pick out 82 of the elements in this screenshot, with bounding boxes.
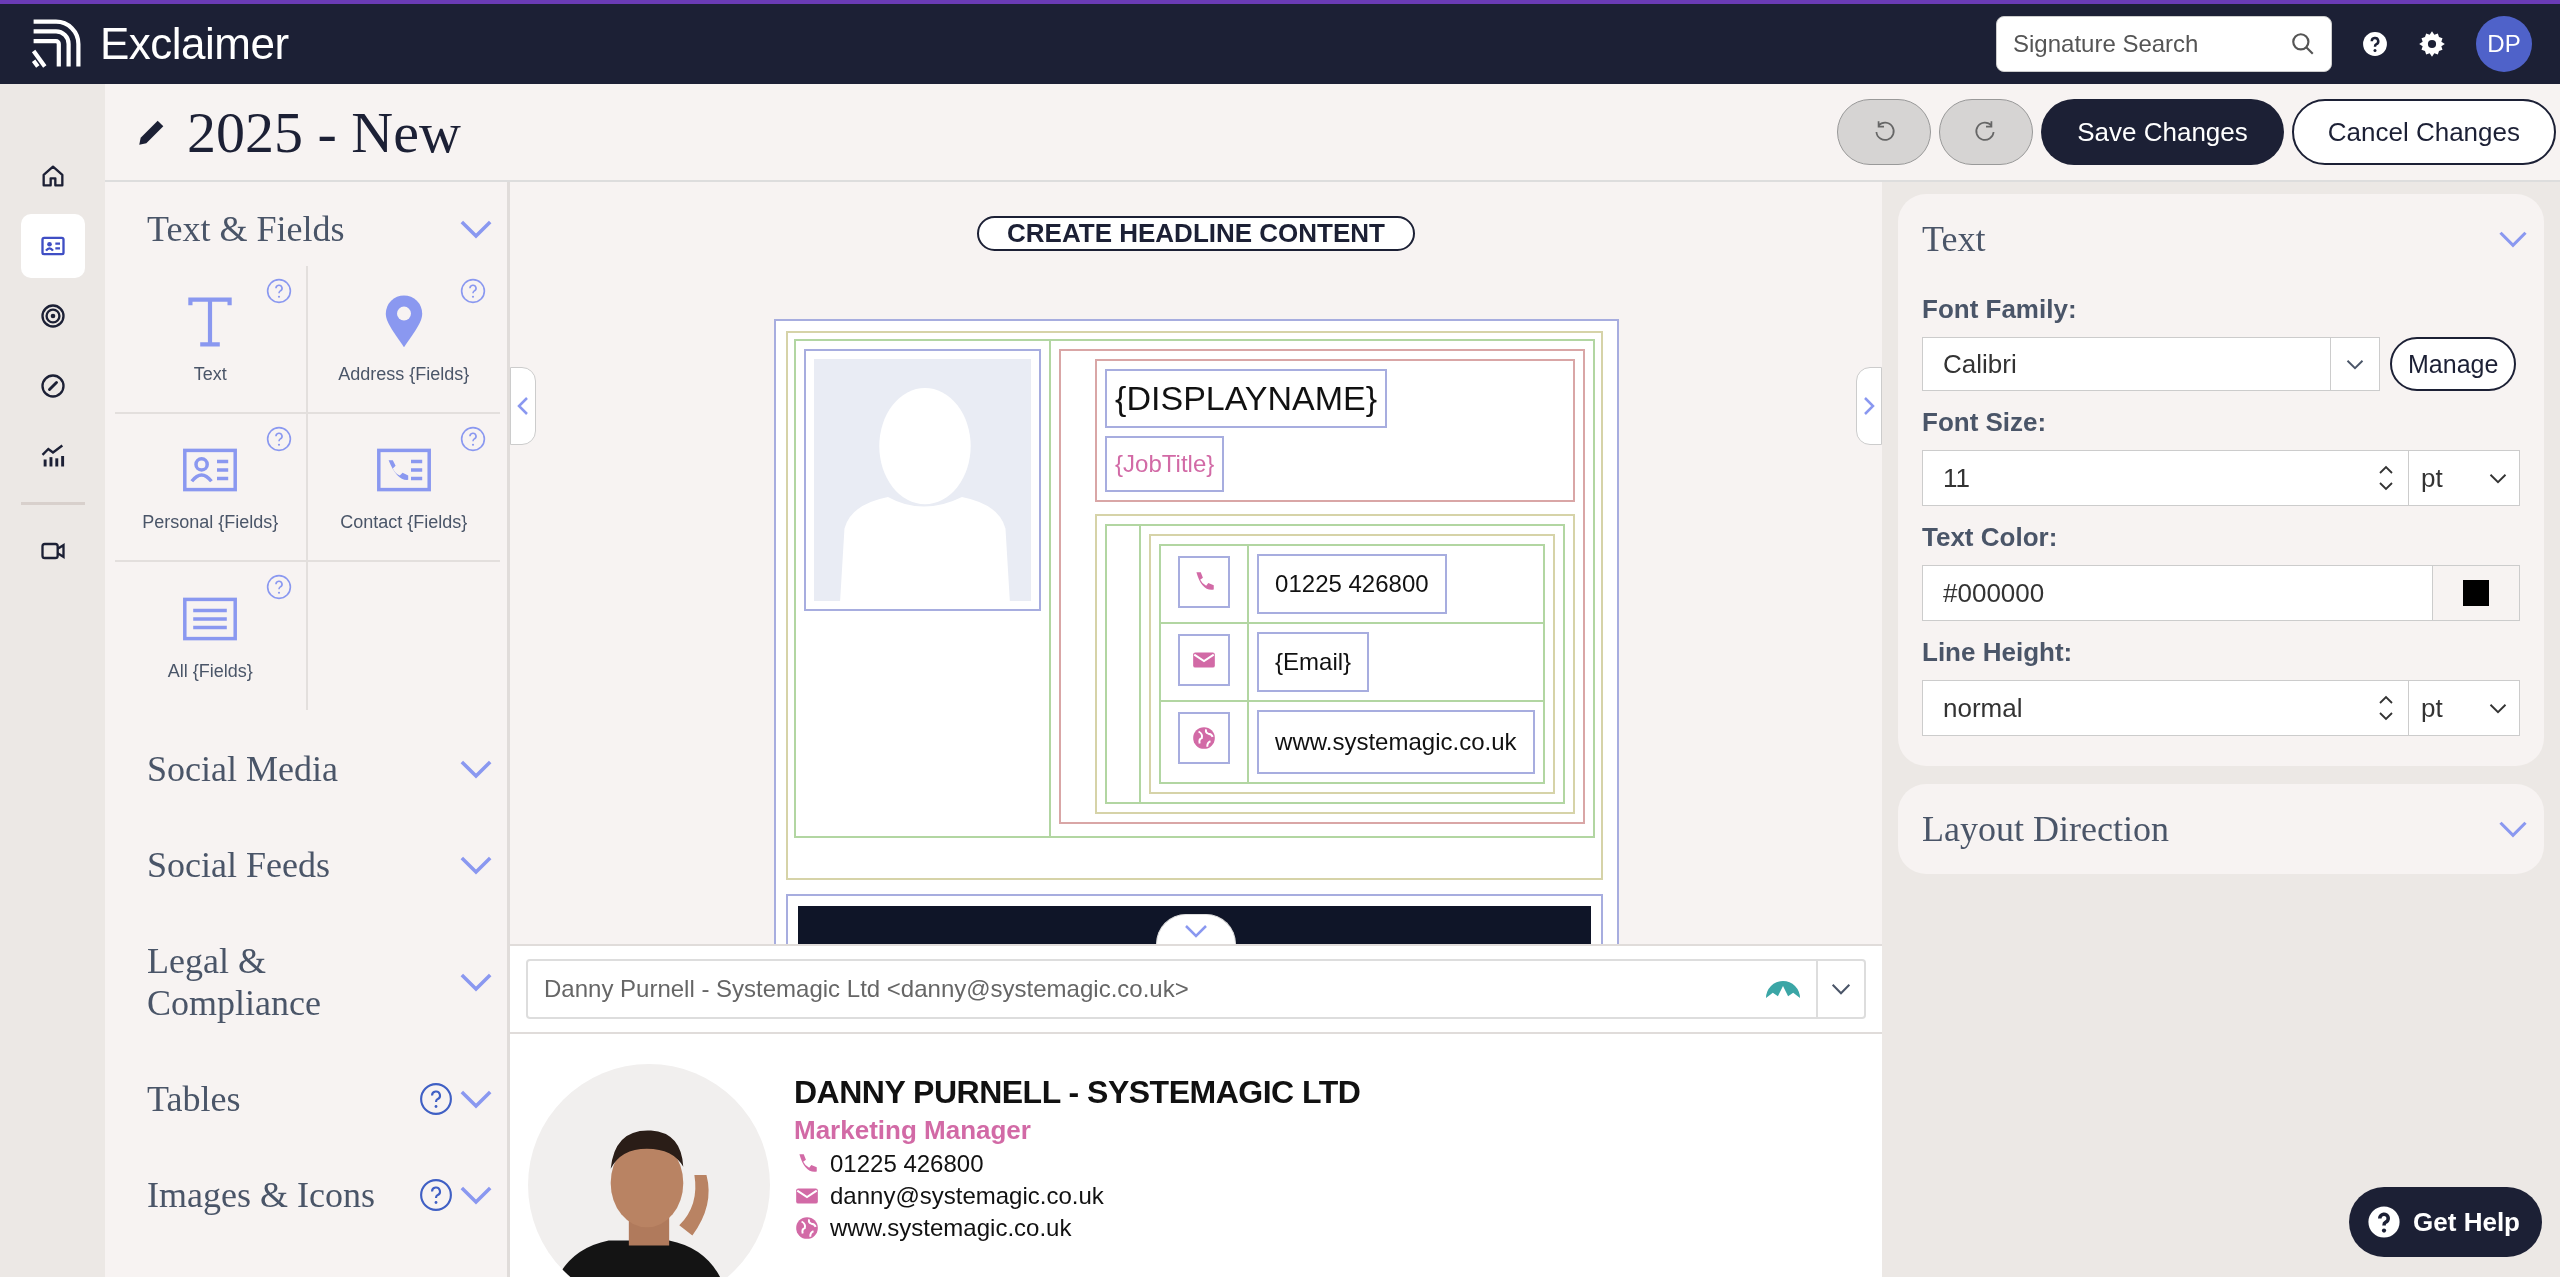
field-tile[interactable]: Personal {Fields} <box>115 414 308 562</box>
stepper-icon <box>2378 464 2394 492</box>
chevron-left-icon <box>517 396 529 416</box>
unit-select[interactable]: pt <box>2409 680 2520 736</box>
chevron-down-icon <box>2346 358 2364 370</box>
unit-select[interactable]: pt <box>2409 450 2520 506</box>
chevron-down-icon <box>2489 702 2507 714</box>
contact-text: www.systemagic.co.uk <box>830 1214 1072 1242</box>
get-help-button[interactable]: Get Help <box>2349 1187 2542 1257</box>
section-header[interactable]: Social Feeds <box>115 828 507 902</box>
settings-icon[interactable] <box>2418 30 2446 58</box>
help-icon <box>419 1082 453 1116</box>
save-button[interactable]: Save Changes <box>2041 99 2284 165</box>
contact-text: danny@systemagic.co.uk <box>830 1182 1104 1210</box>
help-icon[interactable] <box>2362 31 2388 57</box>
chevron-down-icon <box>459 759 493 779</box>
contact-text: 01225 426800 <box>830 1150 984 1178</box>
field-tile[interactable]: All {Fields} <box>115 562 308 710</box>
manage-button[interactable]: Manage <box>2390 337 2517 391</box>
text-color-input[interactable]: #000000 <box>1922 565 2433 621</box>
field-label: Font Family: <box>1922 294 2078 325</box>
sender-dropdown[interactable]: Danny Purnell - Systemagic Ltd <danny@systemagic.co.uk> <box>526 959 1818 1019</box>
stepper-icon <box>2378 694 2394 722</box>
nav-item[interactable] <box>20 214 85 278</box>
field-label: Text Color: <box>1922 522 2059 553</box>
search-field[interactable]: Signature Search <box>1996 16 2332 72</box>
font-size-input[interactable]: 11 <box>1922 450 2409 506</box>
contact-placeholder[interactable]: {Email} <box>1257 632 1370 692</box>
display-name-placeholder[interactable]: {DISPLAYNAME} <box>1105 369 1388 428</box>
icon-placeholder[interactable] <box>1178 556 1231 608</box>
contact-placeholder[interactable]: 01225 426800 <box>1257 554 1447 614</box>
icon-placeholder[interactable] <box>1178 634 1231 686</box>
gauge-icon <box>38 372 67 400</box>
field-label: Font Size: <box>1922 407 2048 438</box>
chevron-down-icon <box>459 972 493 992</box>
field-tile[interactable]: Contact {Fields} <box>307 414 500 562</box>
contact-placeholder[interactable]: www.systemagic.co.uk <box>1257 710 1535 774</box>
help-icon <box>265 426 292 452</box>
signature-role: Marketing Manager <box>794 1115 1032 1146</box>
chevron-right-icon <box>1863 396 1875 416</box>
globe-icon <box>1191 725 1218 751</box>
mountain-icon <box>1766 980 1800 998</box>
help-icon <box>460 278 486 304</box>
section-header[interactable]: Layout Direction <box>1922 790 2528 868</box>
field-label: Line Height: <box>1922 637 2074 668</box>
help-icon <box>265 574 292 600</box>
collapse-right-button[interactable] <box>1856 367 1882 445</box>
search-icon <box>2290 31 2316 57</box>
cancel-button[interactable]: Cancel Changes <box>2291 99 2556 165</box>
font-family-select[interactable]: Calibri <box>1922 337 2380 391</box>
brand-name: Exclaimer <box>100 19 289 69</box>
chevron-down-icon <box>1184 923 1208 938</box>
section-header[interactable]: Images & Icons <box>115 1158 507 1232</box>
color-picker[interactable] <box>2433 565 2520 621</box>
help-icon <box>2367 1205 2402 1239</box>
section-header[interactable]: Legal & Compliance <box>115 924 507 1040</box>
globe-icon <box>794 1215 820 1241</box>
icon-placeholder[interactable] <box>1178 712 1231 764</box>
help-icon <box>265 278 292 304</box>
page-title: 2025 - New <box>187 98 461 166</box>
line-height-input[interactable]: normal <box>1922 680 2409 736</box>
chevron-down-icon <box>459 1089 493 1109</box>
section-header[interactable]: Tables <box>115 1062 507 1136</box>
chevron-down-icon <box>2489 472 2507 484</box>
chevron-down-icon <box>1831 983 1851 995</box>
chevron-down-icon <box>459 219 493 239</box>
section-header[interactable]: Text <box>1922 200 2528 278</box>
chevron-down-icon <box>459 855 493 875</box>
target-icon <box>38 302 67 330</box>
collapse-left-button[interactable] <box>510 367 536 445</box>
section-header[interactable]: Social Media <box>115 732 507 806</box>
user-avatar[interactable]: DP <box>2476 16 2532 72</box>
chevron-down-icon <box>459 1185 493 1205</box>
chevron-down-icon <box>2498 230 2528 248</box>
signature-name: DANNY PURNELL - SYSTEMAGIC LTD <box>794 1074 1361 1111</box>
field-tile[interactable]: Text <box>115 266 308 414</box>
section-header[interactable]: Text & Fields <box>115 192 507 266</box>
chevron-down-icon <box>2498 820 2528 838</box>
field-tile[interactable]: Address {Fields} <box>307 266 500 414</box>
help-icon <box>419 1178 453 1212</box>
headline-button[interactable]: CREATE HEADLINE CONTENT <box>977 216 1415 251</box>
help-icon <box>460 426 486 452</box>
